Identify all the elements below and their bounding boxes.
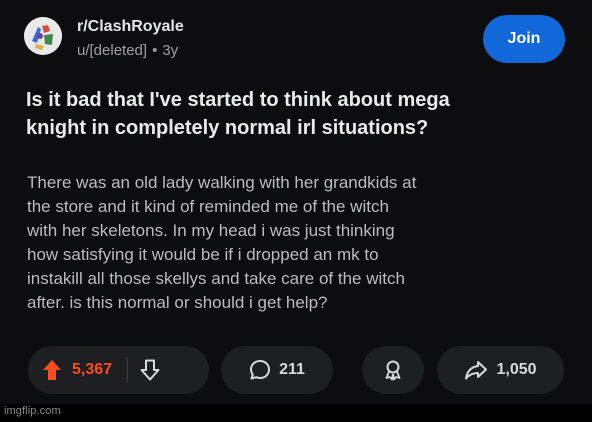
post-meta: u/[deleted] • 3y xyxy=(77,42,178,59)
downvote-arrow-icon[interactable] xyxy=(140,359,160,381)
post-body-line: how satisfying it would be if i dropped … xyxy=(27,245,379,264)
post-body[interactable]: There was an old lady walking with her g… xyxy=(27,171,567,315)
share-button[interactable]: 1,050 xyxy=(437,346,564,394)
comment-bubble-icon xyxy=(249,359,271,381)
vote-divider xyxy=(127,357,129,383)
post-body-line: the store and it kind of reminded me of … xyxy=(27,197,389,216)
post-body-line: after. is this normal or should i get he… xyxy=(27,293,328,312)
meta-separator: • xyxy=(152,42,158,59)
post-age: 3y xyxy=(162,42,179,59)
upvote-arrow-icon[interactable] xyxy=(42,359,62,381)
post-title-line: Is it bad that I've started to think abo… xyxy=(26,89,450,111)
join-button[interactable]: Join xyxy=(483,15,565,63)
award-button[interactable] xyxy=(362,346,424,394)
share-count: 1,050 xyxy=(496,361,537,378)
subreddit-avatar-icon[interactable] xyxy=(24,17,62,55)
footer-strip xyxy=(0,404,592,422)
comment-count: 211 xyxy=(279,361,305,378)
post-body-line: instakill all those skellys and take car… xyxy=(27,269,405,288)
upvote-count: 5,367 xyxy=(72,361,113,378)
award-icon xyxy=(382,359,404,381)
author-name[interactable]: u/[deleted] xyxy=(77,42,147,59)
watermark-text: imgflip.com xyxy=(4,405,61,417)
post-body-line: There was an old lady walking with her g… xyxy=(27,173,417,192)
subreddit-name[interactable]: r/ClashRoyale xyxy=(77,18,184,36)
post-title-line: knight in completely normal irl situatio… xyxy=(26,117,429,139)
post-title[interactable]: Is it bad that I've started to think abo… xyxy=(26,86,566,142)
post-card: r/ClashRoyale u/[deleted] • 3y Join Is it … xyxy=(0,0,592,404)
vote-pill: 5,367 xyxy=(28,346,209,394)
share-arrow-icon xyxy=(464,359,488,381)
comment-button[interactable]: 211 xyxy=(221,346,333,394)
post-body-line: with her skeletons. In my head i was jus… xyxy=(27,221,395,240)
